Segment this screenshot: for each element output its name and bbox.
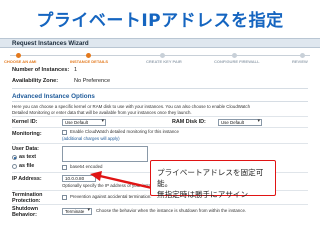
monitoring-checkbox[interactable] [62,130,67,135]
callout-line-2: 無指定時は勝手にアサイン [157,190,249,199]
number-of-instances-value: 1 [74,66,78,73]
wizard-steps: CHOOSE AN AMI INSTANCE DETAILS CREATE KE… [0,48,320,64]
user-data-textarea[interactable] [62,146,148,162]
shutdown-behavior-row: Shutdown Behavior: Terminate Choose the … [12,204,308,218]
as-file-radio[interactable] [12,164,17,169]
as-text-radio[interactable] [12,155,17,160]
number-of-instances-row: Number of Instances: 1 [0,64,320,75]
as-text-label: as text [19,154,37,160]
step-choose-ami[interactable]: CHOOSE AN AMI [4,59,36,64]
ip-address-input[interactable]: 10.0.0.80 [62,175,96,182]
annotation-callout: プライベートアドレスを固定可能。 無指定時は勝手にアサイン [150,160,276,199]
base64-checkbox[interactable] [62,165,67,170]
monitoring-row: Monitoring: Enable CloudWatch detailed m… [12,127,308,143]
step-dot-details [86,53,91,58]
step-create-key-pair[interactable]: CREATE KEY PAIR [146,59,182,64]
step-dot-review [300,53,305,58]
step-review[interactable]: REVIEW [292,59,308,64]
step-configure-firewall[interactable]: CONFIGURE FIREWALL [214,59,260,64]
shutdown-behavior-select[interactable]: Terminate [62,208,92,215]
divider [12,88,308,89]
availability-zone-value: No Preference [74,77,111,84]
kernel-id-label: Kernel ID: [12,119,38,125]
base64-label: base64 encoded [70,164,103,169]
monitoring-checkbox-text: Enable CloudWatch detailed monitoring fo… [70,129,179,134]
callout-line-1: プライベートアドレスを固定可能。 [157,168,264,188]
ram-disk-id-select[interactable]: Use Default [218,119,262,126]
kernel-ram-row: Kernel ID: Use Default RAM Disk ID: Use … [12,116,308,127]
termination-checkbox[interactable] [62,195,67,200]
step-instance-details[interactable]: INSTANCE DETAILS [70,59,108,64]
ram-disk-id-label: RAM Disk ID: [172,119,206,125]
monitoring-label: Monitoring: [12,131,42,137]
kernel-id-select[interactable]: Use Default [62,119,106,126]
advanced-options-title: Advanced Instance Options [12,93,308,102]
monitoring-charges-link[interactable]: (additional charges will apply) [62,136,120,141]
availability-zone-label: Availability Zone: [12,77,59,84]
ip-address-label: IP Address: [12,176,42,182]
availability-zone-row: Availability Zone: No Preference [0,75,320,86]
shutdown-behavior-text: Choose the behavior when the instance is… [96,208,247,213]
termination-text: Prevention against accidental terminatio… [70,194,152,199]
shutdown-label-2: Behavior: [12,212,37,218]
advanced-options-description: Here you can choose a specific kernel or… [12,104,308,116]
request-instances-wizard: Request Instances Wizard CHOOSE AN AMI I… [0,38,320,240]
step-dot-firewall [232,53,237,58]
as-file-label: as file [19,163,35,169]
step-dot-ami [16,53,21,58]
slide-title: プライベートIPアドレスを指定 [36,11,284,31]
user-data-label: User Data: [12,146,39,152]
step-dot-keypair [160,53,165,58]
wizard-title: Request Instances Wizard [0,38,320,48]
number-of-instances-label: Number of Instances: [12,66,70,73]
